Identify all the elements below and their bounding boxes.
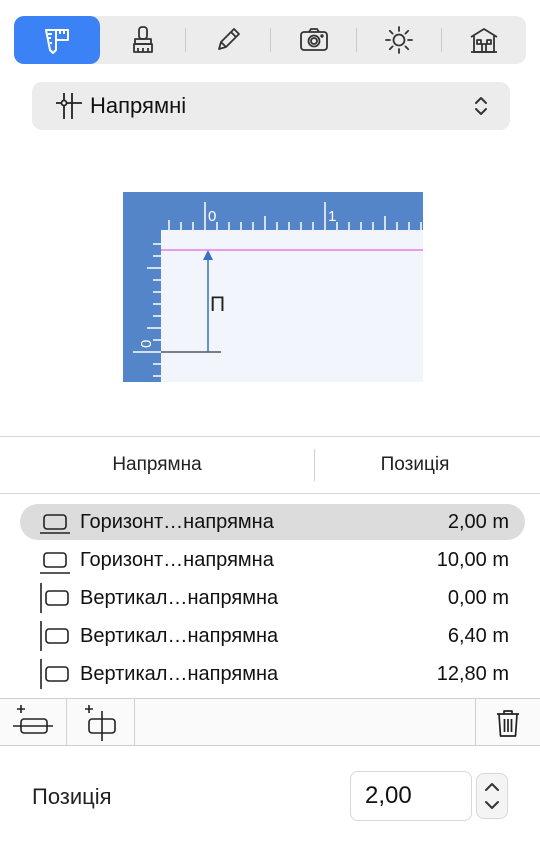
camera-icon <box>299 28 328 51</box>
position-input[interactable]: 2,00 <box>350 771 472 821</box>
position-stepper[interactable] <box>476 773 508 819</box>
row-name: Вертикал…напрямна <box>80 624 279 647</box>
table-row[interactable]: Горизонт…напрямна 2,00 m <box>20 504 525 540</box>
row-name: Горизонт…напрямна <box>80 510 274 533</box>
brush-icon <box>133 26 154 53</box>
table-row[interactable]: Горизонт…напрямна 10,00 m <box>20 542 525 578</box>
house-icon <box>470 28 498 53</box>
mode-dropdown[interactable]: Напрямні <box>32 82 510 130</box>
table-row[interactable]: Вертикал…напрямна 6,40 m <box>20 618 525 654</box>
horizontal-guide-icon <box>40 552 70 574</box>
sun-icon <box>384 26 413 54</box>
tab-building[interactable] <box>442 16 526 64</box>
vertical-guide-icon <box>40 621 69 651</box>
tab-camera[interactable] <box>271 16 355 64</box>
vertical-guide-icon <box>40 583 69 613</box>
inspector-tabbar <box>14 16 526 64</box>
vertical-guide-icon <box>40 659 69 689</box>
guides-action-bar <box>0 698 540 746</box>
delete-guide-button[interactable] <box>476 699 540 746</box>
table-row[interactable]: Вертикал…напрямна 0,00 m <box>20 580 525 616</box>
tab-materials[interactable] <box>101 16 185 64</box>
trash-icon <box>497 709 519 737</box>
top-ruler-label-1: 1 <box>328 208 336 225</box>
tab-edit[interactable] <box>186 16 270 64</box>
top-ruler <box>123 192 423 230</box>
row-position: 12,80 m <box>436 662 509 685</box>
column-header-guide[interactable]: Напрямна <box>0 454 314 476</box>
row-position: 6,40 m <box>447 624 509 647</box>
table-row[interactable]: Вертикал…напрямна 12,80 m <box>20 656 525 692</box>
position-label: Позиція <box>32 784 112 809</box>
add-vertical-guide-icon <box>84 704 116 741</box>
row-position: 2,00 m <box>447 510 509 533</box>
row-name: Вертикал…напрямна <box>80 662 279 685</box>
horizontal-guide-icon <box>40 514 70 534</box>
side-ruler-label-0: 0 <box>138 340 155 348</box>
pencil-icon <box>218 28 241 50</box>
stepper-arrows-icon <box>485 783 499 809</box>
row-name: Горизонт…напрямна <box>80 548 274 571</box>
marker-label: П <box>210 293 225 316</box>
guides-icon <box>56 93 82 119</box>
chevron-updown-icon <box>475 97 487 115</box>
table-header: Напрямна Позиція <box>0 437 540 493</box>
tab-dimensions[interactable] <box>14 16 101 64</box>
dropdown-label: Напрямні <box>90 93 187 118</box>
tab-lighting[interactable] <box>357 16 441 64</box>
add-horizontal-guide-button[interactable] <box>0 699 66 746</box>
guide-illustration: 0 1 0 П <box>123 192 423 382</box>
row-position: 0,00 m <box>447 586 509 609</box>
ruler-caliper-icon <box>45 29 70 54</box>
row-name: Вертикал…напрямна <box>80 586 279 609</box>
add-horizontal-guide-icon <box>13 704 53 734</box>
add-vertical-guide-button[interactable] <box>67 699 134 746</box>
row-position: 10,00 m <box>436 548 509 571</box>
top-ruler-label-0: 0 <box>208 208 216 225</box>
column-header-position[interactable]: Позиція <box>315 454 515 476</box>
